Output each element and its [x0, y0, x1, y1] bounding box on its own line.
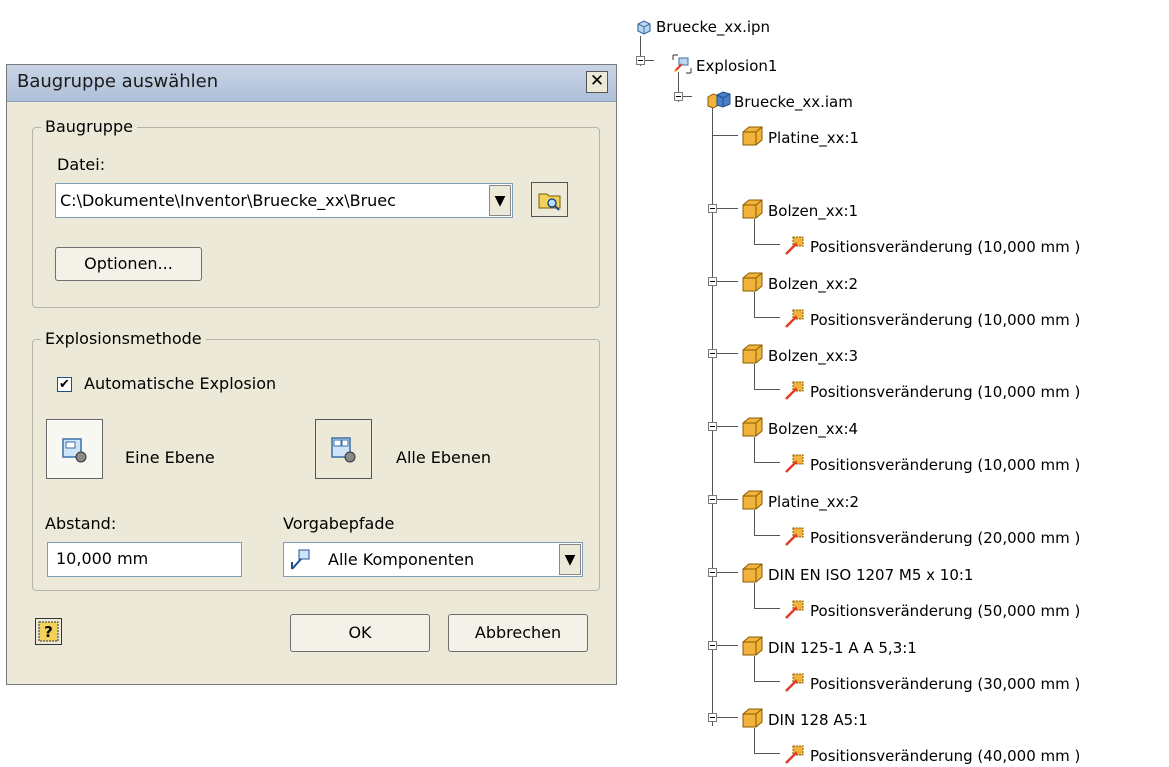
tree-node-position-change[interactable]: Positionsveränderung (20,000 mm ) — [782, 524, 1080, 549]
tree-node-part[interactable]: Bolzen_xx:4 — [740, 415, 858, 440]
tree-position-change-label: Positionsveränderung (20,000 mm ) — [810, 529, 1081, 547]
part-icon — [742, 199, 763, 219]
tree-position-change-label: Positionsveränderung (30,000 mm ) — [810, 674, 1081, 693]
part-icon — [742, 126, 763, 146]
tree-node-position-change[interactable]: Positionsveränderung (10,000 mm ) — [782, 306, 1080, 331]
tree-line — [754, 607, 780, 609]
tree-part-label: DIN 128 A5:1 — [768, 711, 868, 730]
tree-line — [754, 510, 755, 536]
tree-line — [754, 364, 755, 391]
tree-line — [754, 753, 780, 755]
tree-assembly-label: Bruecke_xx.iam — [734, 93, 853, 111]
position-change-icon — [785, 745, 804, 765]
tree-node-part[interactable]: Bolzen_xx:1 — [740, 197, 858, 222]
tree-node-part[interactable]: DIN 125-1 A A 5,3:1 — [740, 634, 917, 659]
tree-position-change-label: Positionsveränderung (10,000 mm ) — [810, 383, 1081, 402]
tree-node-position-change[interactable]: Positionsveränderung (10,000 mm ) — [782, 233, 1080, 258]
tree-line — [754, 243, 780, 245]
tree-expander[interactable] — [708, 713, 717, 723]
tree-line — [754, 291, 755, 318]
part-icon — [742, 344, 763, 364]
tree-part-label: Platine_xx:1 — [768, 129, 860, 147]
tree-line — [754, 655, 755, 682]
position-change-icon — [785, 381, 804, 401]
tree-line — [754, 316, 780, 318]
tree-node-part[interactable]: Bolzen_xx:3 — [740, 342, 858, 367]
tree-node-part[interactable]: Platine_xx:2 — [740, 488, 859, 513]
tree-part-label: Platine_xx:2 — [768, 493, 860, 511]
part-icon — [742, 417, 763, 437]
tree-line — [754, 680, 780, 682]
tree-line — [754, 218, 755, 245]
tree-expander[interactable] — [674, 92, 683, 101]
tree-part-label: Bolzen_xx:4 — [768, 420, 859, 439]
tree-line — [754, 437, 755, 464]
tree-line — [754, 389, 780, 391]
position-change-icon — [785, 309, 804, 328]
tree-part-label: Bolzen_xx:1 — [768, 201, 859, 220]
tree-position-change-label: Positionsveränderung (40,000 mm ) — [810, 747, 1081, 766]
tree-line — [754, 728, 755, 755]
part-icon — [742, 708, 763, 728]
tree-node-position-change[interactable]: Positionsveränderung (10,000 mm ) — [782, 451, 1080, 476]
tree-expander[interactable] — [708, 495, 717, 504]
tree-line — [712, 108, 713, 726]
position-change-icon — [785, 600, 804, 619]
tree-node-part[interactable]: Bolzen_xx:2 — [740, 270, 858, 295]
tree-line — [712, 135, 738, 136]
tree-part-label: Bolzen_xx:2 — [768, 274, 859, 293]
part-icon — [742, 490, 763, 510]
tree-expander[interactable] — [708, 640, 717, 650]
browser-tree: Bruecke_xx.ipn Explosion1 Bruecke_xx.iam… — [0, 0, 1169, 765]
position-change-icon — [785, 527, 804, 546]
tree-position-change-label: Positionsveränderung (50,000 mm ) — [810, 601, 1081, 620]
tree-position-change-label: Positionsveränderung (10,000 mm ) — [810, 456, 1081, 475]
part-icon — [742, 563, 763, 583]
tree-node-position-change[interactable]: Positionsveränderung (50,000 mm ) — [782, 597, 1080, 622]
part-icon — [742, 272, 763, 292]
tree-expander[interactable] — [708, 422, 717, 432]
tree-expander[interactable] — [708, 349, 717, 359]
tree-part-label: DIN 125-1 A A 5,3:1 — [768, 638, 917, 657]
tree-line — [754, 535, 780, 536]
tree-node-root[interactable]: Bruecke_xx.ipn — [634, 16, 770, 38]
tree-node-part[interactable]: DIN 128 A5:1 — [740, 706, 868, 731]
tree-position-change-label: Positionsveränderung (10,000 mm ) — [810, 237, 1081, 256]
position-change-icon — [785, 673, 804, 692]
part-icon — [742, 636, 763, 656]
tree-expander[interactable] — [708, 203, 717, 213]
tree-expander[interactable] — [636, 56, 645, 65]
tree-node-part[interactable]: Platine_xx:1 — [740, 124, 859, 149]
position-change-icon — [785, 454, 804, 474]
tree-expander[interactable] — [708, 276, 717, 286]
tree-node-position-change[interactable]: Positionsveränderung (30,000 mm ) — [782, 670, 1080, 695]
tree-node-part[interactable]: DIN EN ISO 1207 M5 x 10:1 — [740, 561, 973, 586]
position-change-icon — [785, 236, 804, 255]
tree-node-position-change[interactable]: Positionsveränderung (10,000 mm ) — [782, 378, 1080, 403]
tree-part-label: Bolzen_xx:3 — [768, 347, 859, 366]
tree-position-change-label: Positionsveränderung (10,000 mm ) — [810, 310, 1081, 329]
tree-line — [754, 582, 755, 609]
assembly-icon — [707, 91, 731, 109]
explosion-icon — [672, 54, 692, 74]
tree-node-position-change[interactable]: Positionsveränderung (40,000 mm ) — [782, 742, 1080, 767]
tree-node-explosion[interactable]: Explosion1 — [670, 52, 777, 77]
tree-line — [754, 462, 780, 464]
presentation-icon — [637, 20, 651, 35]
tree-explosion-label: Explosion1 — [696, 57, 778, 75]
tree-part-label: DIN EN ISO 1207 M5 x 10:1 — [768, 565, 974, 584]
tree-node-assembly[interactable]: Bruecke_xx.iam — [706, 88, 853, 113]
tree-expander[interactable] — [708, 567, 717, 577]
tree-root-label: Bruecke_xx.ipn — [656, 18, 771, 36]
